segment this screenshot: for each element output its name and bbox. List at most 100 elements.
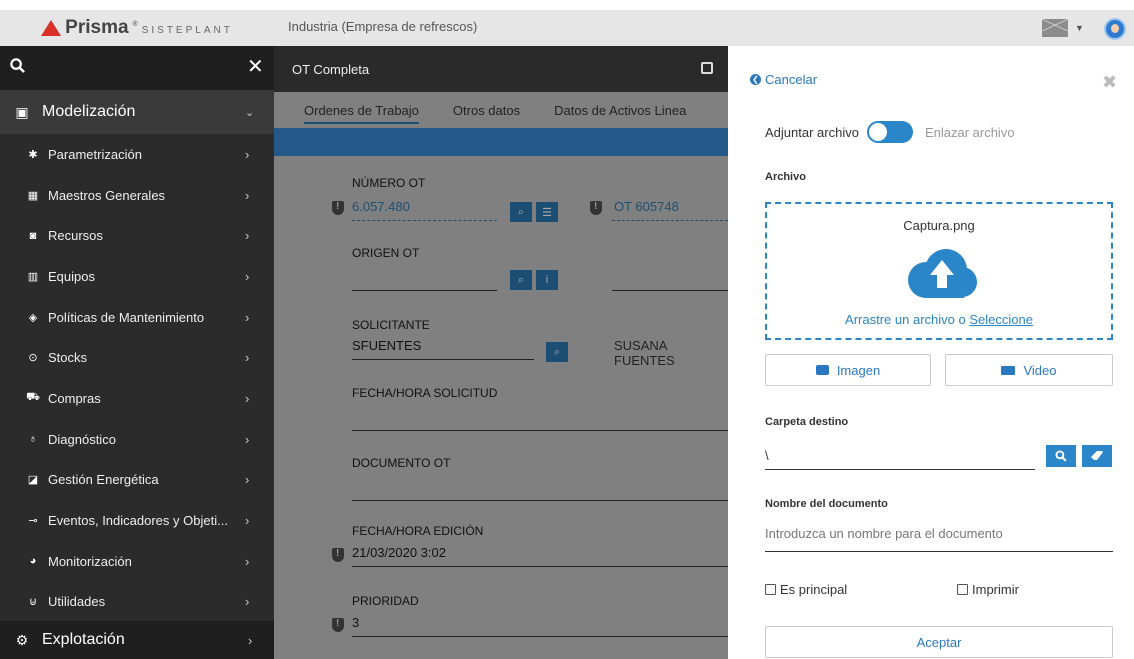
search-icon[interactable] bbox=[10, 58, 25, 73]
numero-ot-label: NÚMERO OT bbox=[352, 176, 426, 190]
sidebar-item-stocks[interactable]: ⊙ Stocks › bbox=[0, 337, 274, 378]
close-icon[interactable]: ✖ bbox=[1102, 72, 1117, 93]
chevron-right-icon: › bbox=[245, 146, 250, 162]
sidebar-item-compras[interactable]: ⛟ Compras › bbox=[0, 378, 274, 419]
sidebar-item-eventos[interactable]: ⊸ Eventos, Indicadores y Objeti... › bbox=[0, 500, 274, 541]
checkbox-box[interactable] bbox=[957, 584, 968, 595]
list-icon[interactable]: ☰ bbox=[536, 202, 558, 222]
sidebar-item-label: Políticas de Mantenimiento bbox=[48, 309, 205, 325]
cancel-label: Cancelar bbox=[765, 72, 818, 87]
sidebar-item-parametrizacion[interactable]: ✱ Parametrización › bbox=[0, 134, 274, 175]
principal-label: Es principal bbox=[780, 582, 848, 597]
chevron-right-icon: › bbox=[248, 632, 253, 648]
avatar[interactable] bbox=[1104, 18, 1126, 40]
video-button[interactable]: Video bbox=[945, 354, 1113, 386]
sidebar-item-label: Diagnóstico bbox=[48, 431, 116, 447]
clear-folder-button[interactable] bbox=[1082, 445, 1112, 467]
close-icon[interactable]: ✕ bbox=[247, 57, 264, 77]
sidebar-item-recursos[interactable]: ◙ Recursos › bbox=[0, 215, 274, 256]
mail-icon[interactable] bbox=[1042, 19, 1068, 37]
sidebar-item-label: Monitorización bbox=[48, 553, 132, 569]
events-icon: ⊸ bbox=[28, 515, 38, 528]
imprimir-checkbox[interactable]: Imprimir bbox=[957, 582, 1019, 597]
sidebar-item-politicas[interactable]: ◈ Políticas de Mantenimiento › bbox=[0, 297, 274, 338]
truck-icon: ▣ bbox=[15, 103, 29, 120]
chevron-right-icon: › bbox=[245, 268, 250, 284]
solicitante-search-button[interactable]: ⌕ bbox=[546, 342, 568, 362]
numero-ot-value[interactable]: 6.057.480 bbox=[352, 199, 410, 214]
prioridad-value[interactable]: 3 bbox=[352, 615, 359, 630]
sidebar: ✕ ▣ Modelización ⌄ ✱ Parametrización › ▦… bbox=[0, 46, 274, 659]
sidebar-section-explotacion[interactable]: ⚙ Explotación › bbox=[0, 621, 274, 659]
sidebar-item-label: Compras bbox=[48, 390, 101, 406]
docname-input[interactable]: Introduzca un nombre para el documento bbox=[765, 526, 1113, 552]
sidebar-item-monitorizacion[interactable]: ◕ Monitorización › bbox=[0, 541, 274, 582]
shield-icon bbox=[332, 618, 344, 632]
tab-otros-datos[interactable]: Otros datos bbox=[453, 103, 520, 118]
sidebar-item-label: Stocks bbox=[48, 350, 88, 366]
documento-ot-label: DOCUMENTO OT bbox=[352, 456, 451, 470]
shield-icon bbox=[332, 201, 344, 215]
solicitante-value[interactable]: SFUENTES bbox=[352, 338, 421, 353]
sidebar-item-equipos[interactable]: ▥ Equipos › bbox=[0, 256, 274, 297]
gauge-icon: ◕ bbox=[29, 555, 37, 568]
numero-ot-underline bbox=[352, 220, 497, 221]
chevron-right-icon: › bbox=[245, 472, 250, 488]
sidebar-section-modelizacion[interactable]: ▣ Modelización ⌄ bbox=[0, 90, 274, 134]
attach-link-toggle[interactable] bbox=[866, 121, 913, 143]
folder-search-button[interactable] bbox=[1046, 445, 1076, 467]
gear-icon: ✱ bbox=[28, 148, 38, 161]
registered-mark: ® bbox=[132, 20, 138, 28]
fecha-edicion-value: 21/03/2020 3:02 bbox=[352, 545, 446, 560]
sidebar-item-utilidades[interactable]: ⊍ Utilidades › bbox=[0, 582, 274, 623]
tab-activos-linea[interactable]: Datos de Activos Linea bbox=[554, 103, 686, 118]
origen-ot-input[interactable] bbox=[352, 290, 497, 291]
camera-icon bbox=[815, 365, 829, 375]
video-button-label: Video bbox=[1023, 362, 1057, 378]
solicitante-name: SUSANA FUENTES bbox=[614, 338, 675, 368]
chevron-right-icon: › bbox=[245, 553, 250, 569]
page-title: OT Completa bbox=[292, 61, 370, 77]
sidebar-item-label: Parametrización bbox=[48, 146, 142, 162]
brand-logo[interactable]: Prisma ® SISTEPLANT bbox=[0, 10, 274, 46]
folder-label: Carpeta destino bbox=[765, 416, 849, 428]
chevron-right-icon: › bbox=[245, 350, 250, 366]
chevron-down-icon: ⌄ bbox=[245, 106, 255, 119]
tab-ordenes[interactable]: Ordenes de Trabajo bbox=[304, 103, 419, 124]
brand-subtitle: SISTEPLANT bbox=[141, 25, 233, 36]
sidebar-item-diagnostico[interactable]: ♁ Diagnóstico › bbox=[0, 419, 274, 460]
select-file-link[interactable]: Seleccione bbox=[969, 312, 1033, 327]
origen-ot-desc bbox=[612, 290, 728, 291]
sidebar-item-maestros[interactable]: ▦ Maestros Generales › bbox=[0, 175, 274, 216]
mail-caret-icon[interactable]: ▼ bbox=[1075, 23, 1084, 33]
checkbox-box[interactable] bbox=[765, 584, 776, 595]
save-icon[interactable] bbox=[701, 62, 713, 74]
toggle-knob bbox=[868, 123, 887, 141]
chevron-right-icon: › bbox=[245, 187, 250, 203]
stethoscope-icon: ♁ bbox=[28, 433, 38, 446]
principal-checkbox[interactable]: Es principal bbox=[765, 582, 847, 597]
folder-input[interactable]: \ bbox=[765, 448, 1035, 470]
ot-reference[interactable]: OT 605748 bbox=[614, 199, 679, 214]
accept-button[interactable]: Aceptar bbox=[765, 626, 1113, 658]
energy-icon: ◪ bbox=[27, 474, 39, 487]
attach-file-panel: ❮ Cancelar ✖ Adjuntar archivo Enlazar ar… bbox=[728, 46, 1134, 659]
cancel-link[interactable]: ❮ Cancelar bbox=[750, 72, 817, 87]
sidebar-item-gestion-energetica[interactable]: ◪ Gestión Energética › bbox=[0, 460, 274, 501]
image-button[interactable]: Imagen bbox=[765, 354, 931, 386]
imprimir-label: Imprimir bbox=[972, 582, 1019, 597]
numero-search-button[interactable]: ⌕ bbox=[510, 202, 532, 222]
sidebar-section-label: Modelización bbox=[42, 103, 136, 120]
origen-search-button[interactable]: ⌕ bbox=[510, 270, 532, 290]
drop-instructions: Arrastre un archivo o Seleccione bbox=[767, 312, 1111, 327]
policy-icon: ◈ bbox=[28, 311, 38, 324]
file-dropzone[interactable]: Captura.png Arrastre un archivo o Selecc… bbox=[765, 202, 1113, 340]
attach-mode-toggle-row: Adjuntar archivo Enlazar archivo bbox=[765, 121, 1015, 143]
documento-ot-input[interactable] bbox=[352, 500, 728, 501]
sidebar-item-label: Gestión Energética bbox=[48, 472, 159, 488]
fecha-solicitud-input[interactable] bbox=[352, 430, 728, 431]
info-icon[interactable]: i bbox=[536, 270, 558, 290]
sidebar-search: ✕ bbox=[0, 46, 274, 90]
fecha-edicion-label: FECHA/HORA EDICIÓN bbox=[352, 524, 484, 538]
fecha-edicion-underline bbox=[352, 566, 728, 567]
